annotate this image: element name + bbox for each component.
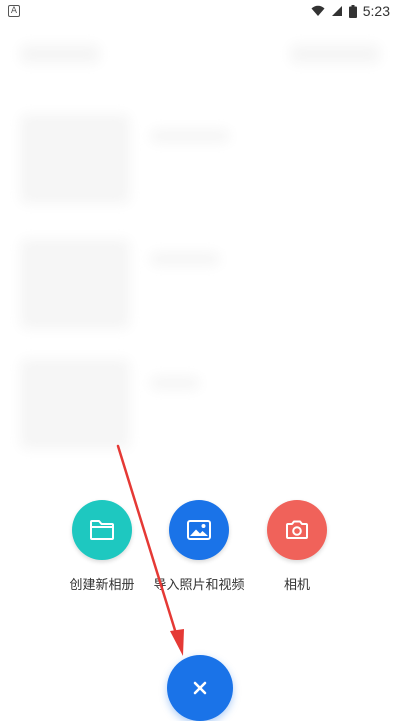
- camera-action[interactable]: 相机: [237, 500, 357, 593]
- signal-icon: [331, 6, 342, 16]
- camera-label: 相机: [283, 578, 310, 593]
- close-fab-button[interactable]: [167, 655, 233, 721]
- camera-button[interactable]: [267, 500, 327, 560]
- wifi-icon: [311, 5, 325, 16]
- close-icon: [193, 681, 207, 695]
- create-album-button[interactable]: [72, 500, 132, 560]
- status-time: 5:23: [362, 3, 390, 19]
- image-icon: [187, 520, 211, 540]
- folder-icon: [90, 520, 114, 540]
- overlay-scrim[interactable]: [0, 24, 400, 709]
- battery-icon: [348, 4, 357, 18]
- status-bar: A 5:23: [0, 0, 400, 24]
- camera-icon: [286, 520, 308, 539]
- notification-icon: A: [8, 5, 20, 17]
- status-icons: 5:23: [311, 3, 390, 19]
- import-media-button[interactable]: [169, 500, 229, 560]
